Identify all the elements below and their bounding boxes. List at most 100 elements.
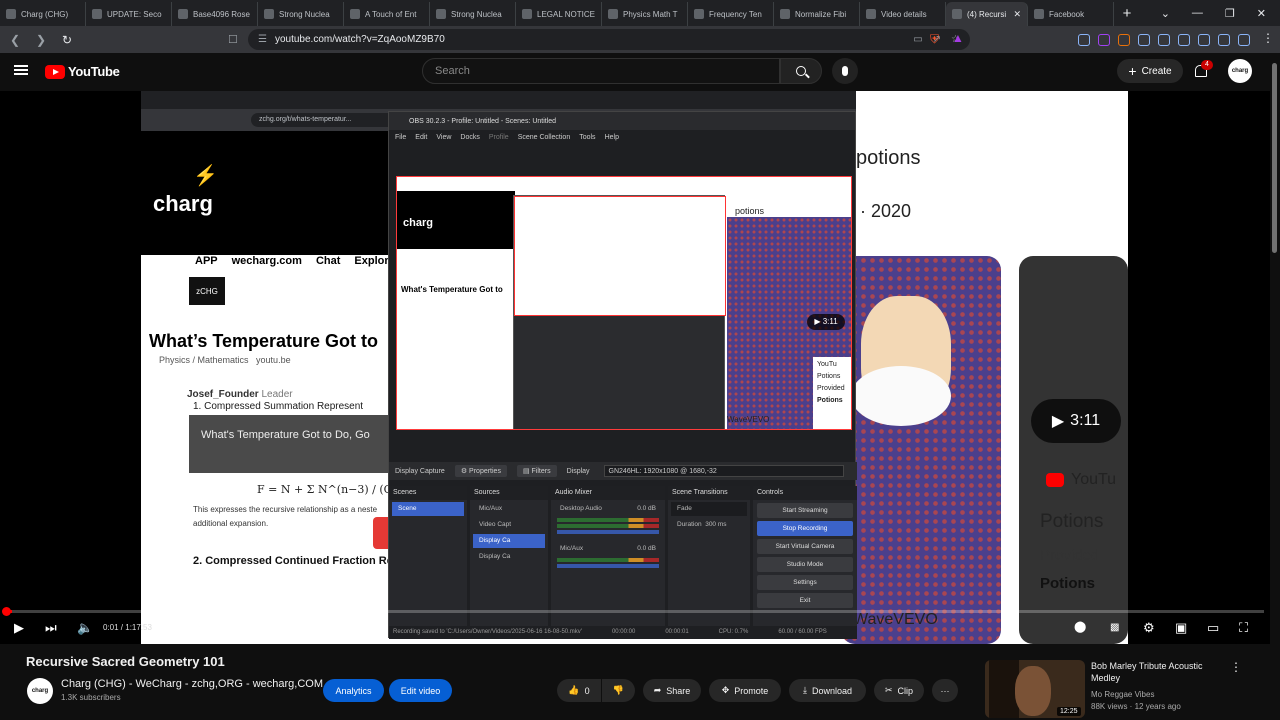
- forward-icon[interactable]: ❯: [30, 33, 52, 47]
- progress-bar[interactable]: [2, 607, 1264, 616]
- obs-menu-docks[interactable]: Docks: [460, 134, 479, 141]
- obs-menu-view[interactable]: View: [436, 134, 451, 141]
- studio-mode-button[interactable]: Studio Mode: [757, 557, 853, 572]
- settings-icon[interactable]: ⚙: [1143, 620, 1155, 636]
- site-info-icon[interactable]: ☰: [258, 34, 267, 45]
- vpn-icon[interactable]: [1218, 33, 1230, 46]
- play-button[interactable]: ▶: [14, 620, 24, 636]
- extension-link-icon[interactable]: [1078, 33, 1090, 46]
- edit-video-button[interactable]: Edit video: [389, 679, 452, 702]
- create-button[interactable]: + Create: [1117, 59, 1183, 83]
- bookmark-icon[interactable]: ☐: [228, 33, 238, 46]
- channel-name[interactable]: Charg (CHG) - WeCharg - zchg,ORG - wecha…: [61, 678, 323, 690]
- search-button[interactable]: [780, 58, 822, 84]
- more-actions-button[interactable]: ···: [932, 679, 958, 702]
- exit-button[interactable]: Exit: [757, 593, 853, 608]
- browser-tab[interactable]: Physics Math T: [602, 2, 688, 26]
- fullscreen-icon[interactable]: ⛶: [1239, 620, 1248, 636]
- new-tab-button[interactable]: +: [1114, 2, 1140, 26]
- obs-menu-tools[interactable]: Tools: [579, 134, 595, 141]
- virtual-camera-button[interactable]: Start Virtual Camera: [757, 539, 853, 554]
- recommended-title[interactable]: Bob Marley Tribute Acoustic Medley: [1091, 660, 1221, 684]
- settings-button[interactable]: Settings: [757, 575, 853, 590]
- volume-slider[interactable]: [557, 564, 659, 568]
- analytics-button[interactable]: Analytics: [323, 679, 384, 702]
- obs-preview[interactable]: charg What's Temperature Got to potions …: [396, 176, 852, 430]
- obs-menu-file[interactable]: File: [395, 134, 406, 141]
- address-bar[interactable]: ☐ ☰ youtube.com/watch?v=ZqAooMZ9B70 ▭ ↗ …: [228, 29, 970, 50]
- recommended-channel[interactable]: Mo Reggae Vibes: [1091, 690, 1154, 699]
- dislike-button[interactable]: 👎: [602, 679, 635, 702]
- duration-value[interactable]: 300 ms: [705, 521, 726, 528]
- browser-tab[interactable]: UPDATE: Seco: [86, 2, 172, 26]
- browser-tab[interactable]: Frequency Ten: [688, 2, 774, 26]
- obs-menu-help[interactable]: Help: [605, 134, 619, 141]
- progress-knob[interactable]: [2, 607, 11, 616]
- search-input[interactable]: Search: [422, 58, 780, 84]
- recommended-more-icon[interactable]: ⋮: [1230, 660, 1242, 674]
- clip-button[interactable]: ✂ Clip: [874, 679, 924, 702]
- browser-tab[interactable]: Charg (CHG): [0, 2, 86, 26]
- volume-icon[interactable]: 🔈: [77, 620, 93, 636]
- scene-item[interactable]: Scene: [392, 502, 464, 516]
- maximize-button[interactable]: ❐: [1225, 7, 1235, 20]
- video-player[interactable]: zchg.org/t/whats-temperatur... ⚡ charg A…: [0, 91, 1270, 644]
- like-button[interactable]: 👍 0: [557, 679, 601, 702]
- miniplayer-icon[interactable]: ▣: [1175, 620, 1187, 636]
- browser-tab[interactable]: Facebook: [1028, 2, 1114, 26]
- browser-tab[interactable]: Video details: [860, 2, 946, 26]
- cast-icon[interactable]: ▭: [913, 34, 922, 45]
- browser-menu-icon[interactable]: ⋮: [1262, 31, 1274, 45]
- transition-select[interactable]: Fade: [671, 502, 747, 516]
- wallet-icon[interactable]: [1198, 33, 1210, 46]
- browser-tab[interactable]: Strong Nuclea: [258, 2, 344, 26]
- source-item[interactable]: Video Capt: [473, 518, 545, 532]
- browser-tab[interactable]: A Touch of Ent: [344, 2, 430, 26]
- next-button[interactable]: ⏭: [45, 620, 57, 636]
- filters-button[interactable]: ▤ Filters: [516, 465, 557, 477]
- browser-tab[interactable]: LEGAL NOTICE: [516, 2, 602, 26]
- obs-menu-scene-collection[interactable]: Scene Collection: [518, 134, 571, 141]
- source-item[interactable]: Display Ca: [473, 534, 545, 548]
- theater-mode-icon[interactable]: ▭: [1207, 620, 1219, 636]
- stop-recording-button[interactable]: Stop Recording: [757, 521, 853, 536]
- voice-search-icon[interactable]: [832, 58, 858, 84]
- youtube-logo[interactable]: YouTube: [45, 64, 120, 79]
- page-scrollbar[interactable]: [1270, 53, 1280, 720]
- tab-search-icon[interactable]: ⌄: [1161, 7, 1170, 20]
- volume-slider[interactable]: [557, 530, 659, 534]
- minimize-button[interactable]: —: [1192, 7, 1203, 19]
- sidebar-icon[interactable]: [1178, 33, 1190, 46]
- channel-avatar[interactable]: charg: [27, 678, 53, 704]
- browser-tab[interactable]: Strong Nuclea: [430, 2, 516, 26]
- close-window-button[interactable]: ✕: [1257, 7, 1266, 20]
- subtitles-icon[interactable]: ▩: [1110, 622, 1119, 633]
- menu-icon[interactable]: [14, 65, 28, 75]
- obs-menu-profile[interactable]: Profile: [489, 134, 509, 141]
- download-button[interactable]: ⤓ Download: [789, 679, 866, 702]
- reload-icon[interactable]: ↻: [56, 33, 78, 47]
- browser-tab[interactable]: Base4096 Rose: [172, 2, 258, 26]
- share-button[interactable]: ➦ Share: [643, 679, 701, 702]
- browser-tab[interactable]: (4) Recursi ✕: [946, 2, 1028, 26]
- start-streaming-button[interactable]: Start Streaming: [757, 503, 853, 518]
- source-item[interactable]: Mic/Aux: [473, 502, 545, 516]
- extension-puzzle-icon[interactable]: [1138, 33, 1150, 46]
- source-item[interactable]: Display Ca: [473, 550, 545, 564]
- properties-button[interactable]: ⚙ Properties: [454, 465, 507, 477]
- extension-music-icon[interactable]: [1158, 33, 1170, 46]
- account-avatar[interactable]: charg: [1228, 59, 1252, 83]
- extension-circle-icon[interactable]: [1098, 33, 1110, 46]
- brave-shield-icon[interactable]: ⛨: [930, 32, 939, 47]
- shield-icon[interactable]: [1238, 33, 1250, 46]
- brave-rewards-icon[interactable]: ▲: [952, 31, 964, 45]
- promote-button[interactable]: ✥ Promote: [709, 679, 781, 702]
- back-icon[interactable]: ❮: [4, 33, 26, 47]
- category-text: Physics / Mathematics: [159, 355, 249, 365]
- close-tab-icon[interactable]: ✕: [1013, 9, 1021, 20]
- display-select[interactable]: GN246HL: 1920x1080 @ 1680,-32: [603, 465, 844, 477]
- autoplay-toggle[interactable]: ⬤: [1074, 620, 1086, 633]
- browser-tab[interactable]: Normalize Fibi: [774, 2, 860, 26]
- obs-menu-edit[interactable]: Edit: [415, 134, 427, 141]
- extension-fox-icon[interactable]: [1118, 33, 1130, 46]
